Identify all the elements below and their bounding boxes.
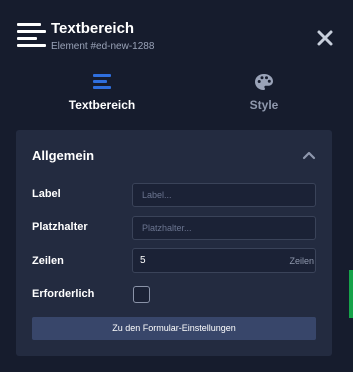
tab-style-label: Style bbox=[249, 98, 279, 112]
section-title: Allgemein bbox=[32, 148, 95, 163]
chevron-up-icon bbox=[302, 151, 316, 160]
settings-panel: Allgemein Label Platzhalter Zeilen 5 Zei… bbox=[16, 130, 332, 356]
palette-icon bbox=[255, 74, 273, 90]
tab-style[interactable]: Style bbox=[176, 68, 352, 118]
panel-header: Textbereich Element #ed-new-1288 bbox=[0, 0, 353, 62]
label-input[interactable] bbox=[132, 183, 316, 207]
scroll-indicator bbox=[349, 270, 353, 318]
required-field-label: Erforderlich bbox=[32, 288, 95, 300]
tab-textbereich-label: Textbereich bbox=[68, 98, 136, 112]
collapse-section-button[interactable] bbox=[301, 148, 317, 162]
close-icon bbox=[317, 30, 333, 46]
page-title: Textbereich bbox=[51, 20, 135, 37]
rows-input[interactable]: 5 Zeilen bbox=[132, 248, 316, 273]
required-checkbox[interactable] bbox=[133, 286, 150, 303]
placeholder-field-label: Platzhalter bbox=[32, 221, 88, 233]
label-field-label: Label bbox=[32, 188, 61, 200]
rows-field-label: Zeilen bbox=[32, 255, 64, 267]
element-id: Element #ed-new-1288 bbox=[51, 41, 155, 52]
text-lines-icon bbox=[93, 74, 111, 89]
placeholder-input[interactable] bbox=[132, 216, 316, 240]
textarea-icon bbox=[17, 23, 46, 49]
rows-value: 5 bbox=[140, 255, 146, 266]
form-settings-button[interactable]: Zu den Formular-Einstellungen bbox=[32, 317, 316, 340]
rows-unit: Zeilen bbox=[289, 256, 314, 266]
tab-textbereich[interactable]: Textbereich bbox=[14, 68, 190, 118]
tab-bar: Textbereich Style bbox=[0, 68, 353, 118]
close-button[interactable] bbox=[314, 27, 336, 49]
